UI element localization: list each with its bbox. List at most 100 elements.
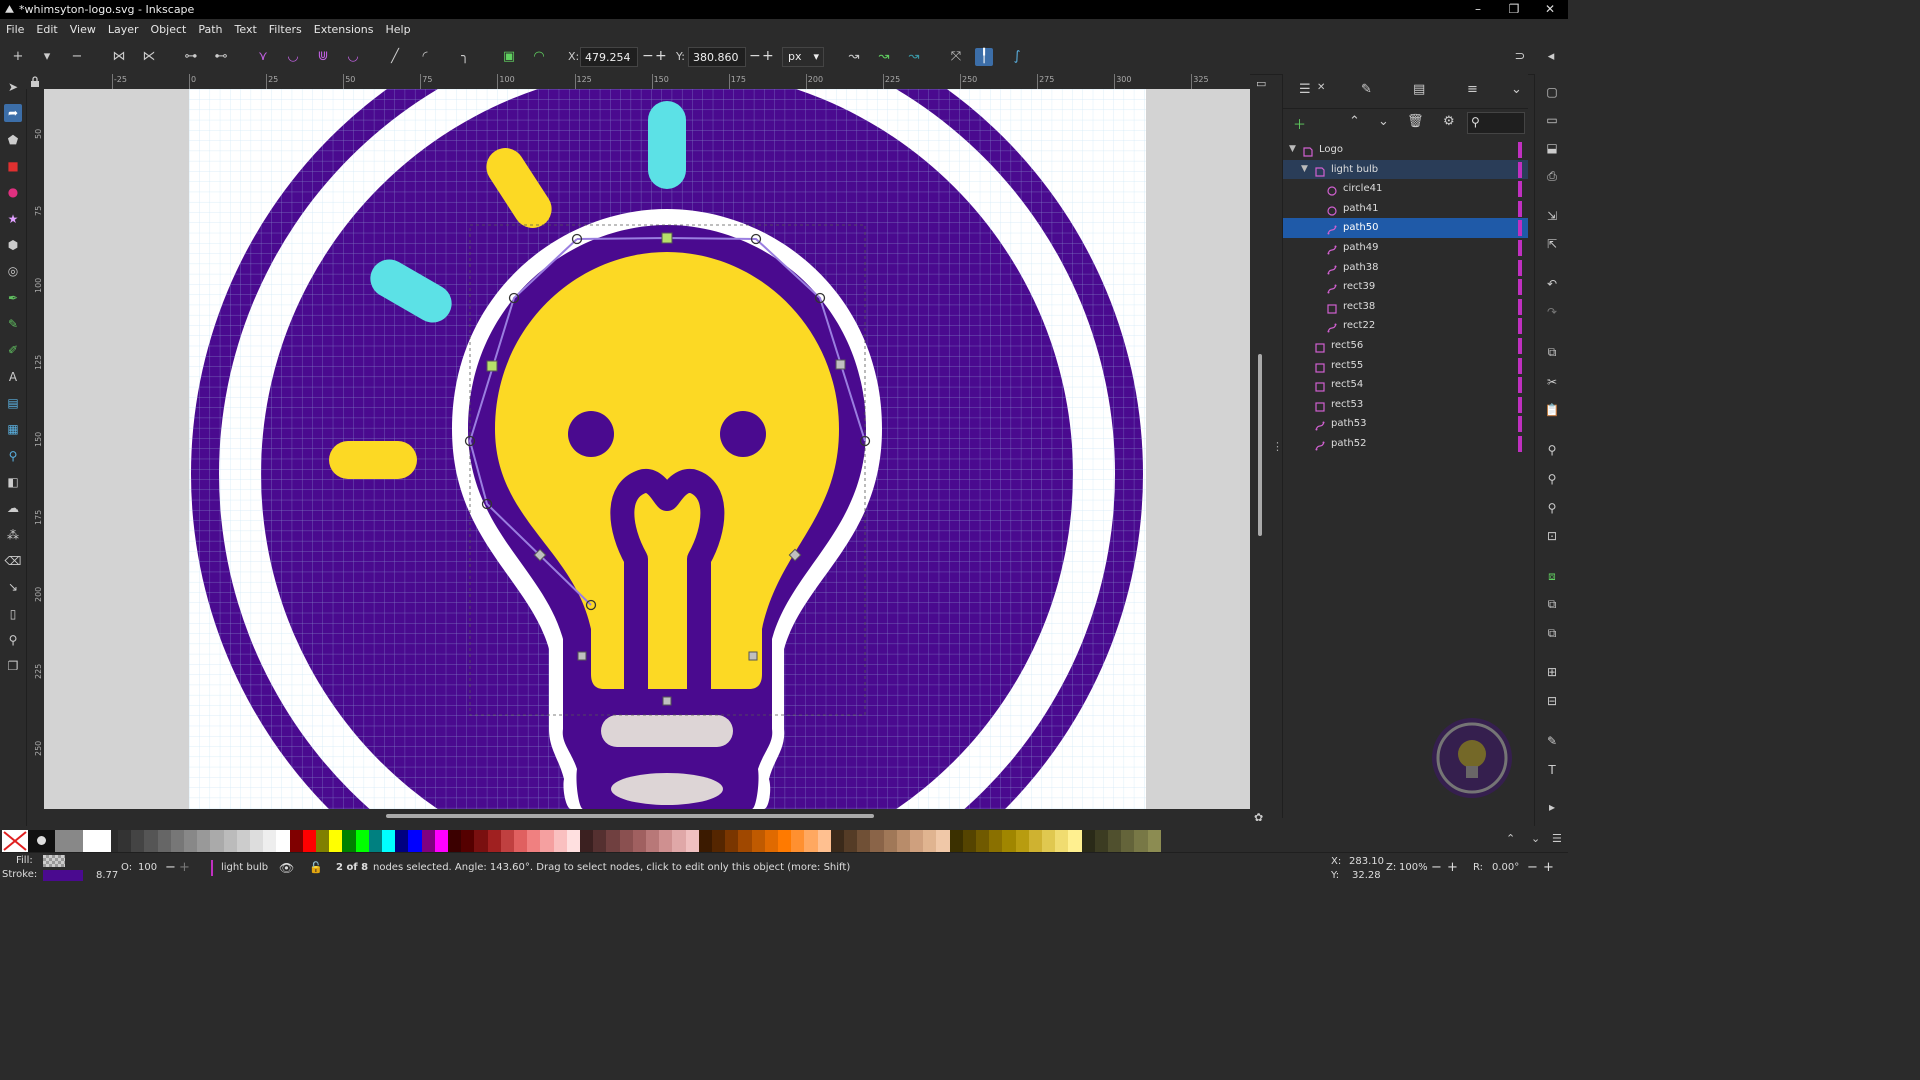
color-swatch[interactable] [1068, 830, 1082, 852]
y-coordinate-input[interactable]: 380.860 [688, 47, 746, 67]
show-lpe-icon[interactable]: ↝ [905, 48, 923, 66]
object-to-path-icon[interactable]: ▣ [500, 48, 518, 66]
join-segment-icon[interactable]: ⊶ [182, 48, 200, 66]
color-swatch[interactable] [936, 830, 950, 852]
more-commands-icon[interactable]: ▸ [1544, 799, 1560, 815]
star-tool-icon[interactable]: ★ [4, 210, 22, 228]
color-swatch[interactable] [751, 830, 765, 852]
layer-search-input[interactable]: ⚲ [1467, 112, 1525, 134]
color-swatch[interactable] [764, 830, 778, 852]
menu-help[interactable]: Help [379, 23, 416, 36]
show-mask-icon[interactable]: ↝ [875, 48, 893, 66]
snap-menu-icon[interactable]: ◂ [1542, 48, 1560, 66]
color-swatch[interactable] [1028, 830, 1042, 852]
delete-segment-icon[interactable]: ⊷ [212, 48, 230, 66]
vertical-scroll-thumb[interactable] [1258, 354, 1262, 536]
insert-node-icon[interactable]: + [9, 48, 27, 66]
settings-gear-icon[interactable]: ⚙ [1443, 114, 1455, 129]
cusp-node-icon[interactable]: ⋎ [254, 48, 272, 66]
tab-overflow-chevron[interactable]: ⌄ [1511, 82, 1522, 97]
canvas[interactable] [44, 89, 1250, 809]
layer-row-rect39[interactable]: rect39 [1283, 277, 1528, 297]
color-swatch[interactable] [316, 830, 330, 852]
no-paint-swatch[interactable] [2, 830, 28, 852]
menu-edit[interactable]: Edit [30, 23, 63, 36]
color-swatch[interactable] [712, 830, 726, 852]
layer-row-rect38[interactable]: rect38 [1283, 297, 1528, 317]
color-swatch[interactable] [844, 830, 858, 852]
expand-arrow-icon[interactable]: ▼ [1289, 140, 1296, 160]
calligraphy-tool-icon[interactable]: ✐ [4, 341, 22, 359]
curve-segment-icon[interactable]: ◜ [416, 48, 434, 66]
color-swatch[interactable] [1121, 830, 1135, 852]
clone-icon[interactable]: ⧉ [1544, 596, 1560, 612]
lock-guides-icon[interactable] [30, 76, 40, 87]
visibility-eye-icon[interactable]: 👁 [279, 861, 294, 875]
color-swatch[interactable] [461, 830, 475, 852]
color-swatch[interactable] [883, 830, 897, 852]
eraser-tool-icon[interactable]: ⌫ [4, 552, 22, 570]
join-nodes-icon[interactable]: ⋈ [110, 48, 128, 66]
ellipse-tool-icon[interactable]: ● [4, 183, 22, 201]
color-swatch[interactable] [263, 830, 277, 852]
color-swatch[interactable] [698, 830, 712, 852]
color-swatch[interactable] [791, 830, 805, 852]
auto-smooth-node-icon[interactable]: ◡ [344, 48, 362, 66]
import-icon[interactable]: ⇲ [1544, 208, 1560, 224]
swatch-white[interactable] [83, 830, 111, 852]
spray-tool-icon[interactable]: ⁂ [4, 526, 22, 544]
color-swatch[interactable] [276, 830, 290, 852]
layer-row-path50[interactable]: path50 [1283, 218, 1528, 238]
redo-icon[interactable]: ↷ [1544, 304, 1560, 320]
palette-scroll-down-icon[interactable]: ⌄ [1531, 832, 1540, 845]
group-icon[interactable]: ⊞ [1544, 664, 1560, 680]
color-swatch[interactable] [1094, 830, 1108, 852]
color-swatch[interactable] [1134, 830, 1148, 852]
zoom-selection-icon[interactable]: ⚲ [1544, 442, 1560, 458]
color-swatch[interactable] [408, 830, 422, 852]
opacity-input[interactable]: 100 [138, 862, 157, 873]
color-manage-icon[interactable]: ✿ [1254, 811, 1263, 824]
color-swatch[interactable] [289, 830, 303, 852]
color-swatch[interactable] [487, 830, 501, 852]
color-swatch[interactable] [949, 830, 963, 852]
layer-row-path49[interactable]: path49 [1283, 238, 1528, 258]
insert-node-dropdown-icon[interactable]: ▾ [38, 48, 56, 66]
color-swatch[interactable] [500, 830, 514, 852]
stroke-to-path-icon[interactable]: ◠ [530, 48, 548, 66]
color-swatch[interactable] [1042, 830, 1056, 852]
zoom-decrement-button[interactable]: − [1431, 860, 1442, 875]
color-swatch[interactable] [962, 830, 976, 852]
color-swatch[interactable] [210, 830, 224, 852]
raise-object-button[interactable]: ⌃ [1349, 114, 1360, 129]
color-swatch[interactable] [355, 830, 369, 852]
y-decrement-button[interactable]: − [749, 48, 761, 64]
layer-row-Logo[interactable]: ▼ Logo [1283, 140, 1528, 160]
drawing-svg[interactable] [44, 89, 1250, 809]
show-handles-icon[interactable]: ╿ [975, 48, 993, 66]
tweak-tool-icon[interactable]: ☁ [4, 499, 22, 517]
color-swatch[interactable] [1081, 830, 1095, 852]
color-swatch[interactable] [553, 830, 567, 852]
connector-tool-icon[interactable]: ↘ [4, 578, 22, 596]
x-increment-button[interactable]: + [655, 48, 667, 64]
color-swatch[interactable] [672, 830, 686, 852]
close-button[interactable]: ✕ [1532, 0, 1568, 19]
opacity-decrement-button[interactable]: − [165, 860, 176, 875]
menu-object[interactable]: Object [145, 23, 193, 36]
show-transform-handles-icon[interactable]: ⤧ [947, 48, 965, 66]
tab-fill-stroke[interactable]: ✎ [1361, 82, 1372, 97]
color-swatch[interactable] [632, 830, 646, 852]
color-swatch[interactable] [910, 830, 924, 852]
ungroup-icon[interactable]: ⊟ [1544, 693, 1560, 709]
snap-toggle-icon[interactable]: ⊃ [1511, 48, 1529, 66]
zoom-increment-button[interactable]: + [1447, 860, 1458, 875]
pen-tool-icon[interactable]: ✒ [4, 289, 22, 307]
layer-row-path38[interactable]: path38 [1283, 258, 1528, 278]
layer-row-path52[interactable]: path52 [1283, 434, 1528, 454]
selector-tool-icon[interactable]: ➤ [4, 78, 22, 96]
color-swatch[interactable] [566, 830, 580, 852]
swatch-black[interactable] [28, 830, 55, 852]
color-swatch[interactable] [778, 830, 792, 852]
zoom-page-icon[interactable]: ⚲ [1544, 500, 1560, 516]
